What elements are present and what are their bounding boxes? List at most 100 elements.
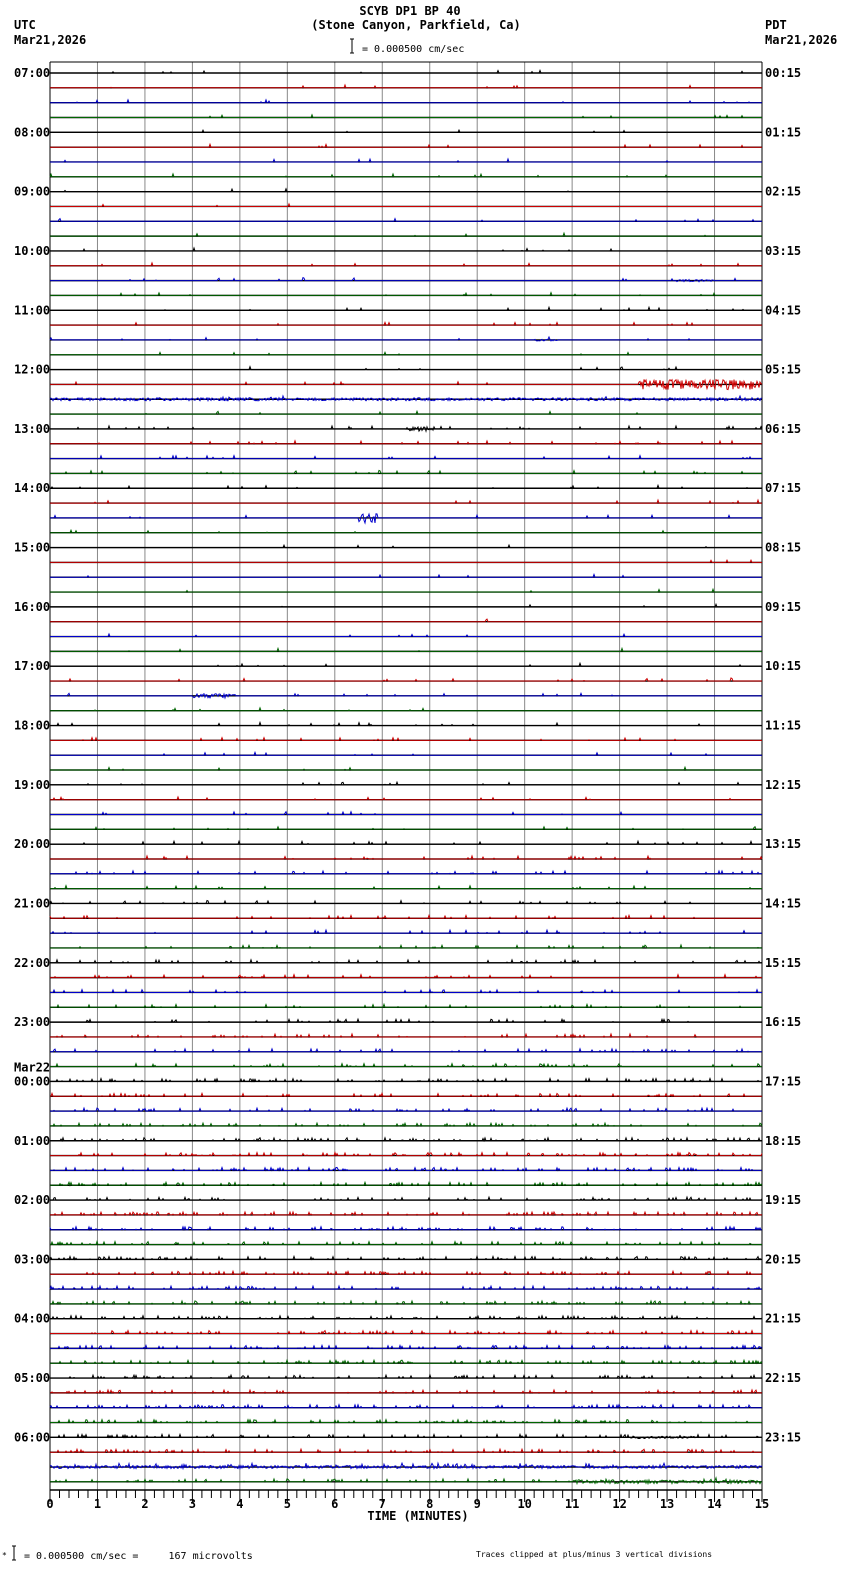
seismic-trace bbox=[49, 1225, 762, 1232]
utc-hour-label: 22:00 bbox=[14, 956, 50, 970]
utc-hour-label: 05:00 bbox=[14, 1371, 50, 1385]
seismic-trace bbox=[50, 1151, 763, 1158]
x-axis-label: TIME (MINUTES) bbox=[367, 1509, 468, 1523]
x-tick-label: 12 bbox=[612, 1497, 626, 1511]
right-date: Mar21,2026 bbox=[765, 33, 837, 47]
pdt-hour-label: 18:15 bbox=[765, 1134, 801, 1148]
footer-scale-bar-icon bbox=[12, 1545, 16, 1561]
utc-hour-label: 00:00 bbox=[14, 1074, 50, 1088]
utc-hour-label: 06:00 bbox=[14, 1430, 50, 1444]
pdt-hour-label: 01:15 bbox=[765, 125, 801, 139]
seismic-trace bbox=[50, 69, 762, 74]
right-timezone: PDT bbox=[765, 18, 787, 32]
seismic-trace bbox=[49, 899, 762, 904]
seismic-trace bbox=[50, 736, 762, 741]
x-tick-label: 14 bbox=[707, 1497, 721, 1511]
utc-hour-label: 12:00 bbox=[14, 363, 50, 377]
seismic-trace bbox=[50, 646, 762, 652]
seismic-trace bbox=[50, 825, 762, 830]
seismic-trace bbox=[50, 602, 762, 608]
utc-hour-label: 09:00 bbox=[14, 185, 50, 199]
seismic-trace bbox=[50, 958, 762, 965]
utc-hour-label: 16:00 bbox=[14, 600, 50, 614]
seismic-trace bbox=[50, 1091, 762, 1098]
seismic-trace bbox=[50, 1121, 763, 1128]
utc-hour-label: 17:00 bbox=[14, 659, 50, 673]
pdt-hour-label: 14:15 bbox=[765, 896, 801, 910]
pdt-hour-label: 08:15 bbox=[765, 541, 801, 555]
seismic-trace bbox=[50, 350, 762, 356]
seismic-trace bbox=[50, 692, 762, 700]
seismic-trace bbox=[50, 618, 762, 623]
seismic-trace bbox=[50, 1476, 763, 1486]
seismic-trace bbox=[50, 1017, 762, 1024]
seismic-trace bbox=[50, 424, 763, 434]
seismic-trace bbox=[50, 750, 762, 756]
seismic-trace bbox=[50, 1432, 762, 1440]
pdt-hour-label: 09:15 bbox=[765, 600, 801, 614]
pdt-hour-label: 05:15 bbox=[765, 363, 801, 377]
seismic-trace bbox=[50, 558, 762, 563]
seismic-trace bbox=[49, 172, 762, 178]
seismic-trace bbox=[50, 231, 762, 237]
seismic-trace bbox=[50, 988, 762, 994]
utc-hour-label: 04:00 bbox=[14, 1312, 50, 1326]
seismic-trace bbox=[50, 587, 762, 593]
seismic-trace bbox=[50, 1343, 763, 1350]
x-tick-label: 5 bbox=[284, 1497, 291, 1511]
chart-title: SCYB DP1 BP 40 bbox=[359, 4, 460, 18]
seismic-trace bbox=[50, 498, 762, 504]
seismic-trace bbox=[50, 943, 762, 950]
seismic-trace bbox=[49, 1254, 762, 1261]
pdt-hour-label: 23:15 bbox=[765, 1430, 801, 1444]
seismic-trace bbox=[50, 1195, 763, 1202]
seismic-trace bbox=[50, 454, 762, 460]
seismic-trace bbox=[49, 335, 762, 342]
x-tick-label: 3 bbox=[189, 1497, 196, 1511]
seismic-trace bbox=[50, 1165, 762, 1172]
x-tick-label: 15 bbox=[755, 1497, 769, 1511]
seismic-trace bbox=[50, 839, 762, 845]
seismic-trace bbox=[50, 202, 762, 207]
seismic-trace bbox=[49, 394, 762, 403]
seismic-trace bbox=[50, 706, 762, 712]
utc-hour-label: 13:00 bbox=[14, 422, 50, 436]
utc-hour-label: 08:00 bbox=[14, 125, 50, 139]
seismic-trace bbox=[50, 98, 762, 104]
seismic-trace bbox=[50, 1180, 763, 1187]
x-tick-label: 13 bbox=[660, 1497, 674, 1511]
pdt-hour-label: 06:15 bbox=[765, 422, 801, 436]
x-tick-label: 0 bbox=[46, 1497, 53, 1511]
seismic-trace bbox=[50, 765, 762, 771]
x-tick-label: 1 bbox=[94, 1497, 101, 1511]
seismic-trace bbox=[50, 409, 762, 415]
seismic-trace bbox=[50, 512, 762, 525]
seismic-trace bbox=[50, 291, 762, 297]
seismic-trace bbox=[49, 1284, 762, 1291]
footer-marker: * bbox=[2, 1551, 7, 1560]
seismic-trace bbox=[50, 378, 763, 391]
pdt-hour-label: 17:15 bbox=[765, 1074, 801, 1088]
seismic-trace bbox=[49, 1403, 762, 1410]
utc-hour-label: 02:00 bbox=[14, 1193, 50, 1207]
clip-note: Traces clipped at plus/minus 3 vertical … bbox=[476, 1550, 712, 1559]
seismic-trace bbox=[50, 661, 762, 667]
x-tick-label: 11 bbox=[565, 1497, 579, 1511]
seismic-trace bbox=[50, 795, 762, 801]
x-tick-label: 4 bbox=[236, 1497, 243, 1511]
station-location: (Stone Canyon, Parkfield, Ca) bbox=[311, 18, 521, 32]
seismic-trace bbox=[50, 83, 762, 89]
x-axis: 0 1 2 3 4 5 6 7 8 9 10 11 12 13 14 15 bbox=[46, 1489, 769, 1511]
utc-hour-label: 11:00 bbox=[14, 303, 50, 317]
seismic-trace bbox=[50, 1314, 763, 1320]
seismic-trace bbox=[50, 1032, 762, 1039]
utc-hour-label: 18:00 bbox=[14, 719, 50, 733]
seismic-trace bbox=[50, 1002, 762, 1009]
seismic-trace bbox=[50, 113, 762, 118]
pdt-hour-label: 07:15 bbox=[765, 481, 801, 495]
pdt-hour-label: 19:15 bbox=[765, 1193, 801, 1207]
seismic-trace bbox=[50, 305, 762, 311]
x-tick-label: 9 bbox=[474, 1497, 481, 1511]
pdt-hour-label: 21:15 bbox=[765, 1312, 801, 1326]
seismic-trace bbox=[50, 439, 762, 445]
